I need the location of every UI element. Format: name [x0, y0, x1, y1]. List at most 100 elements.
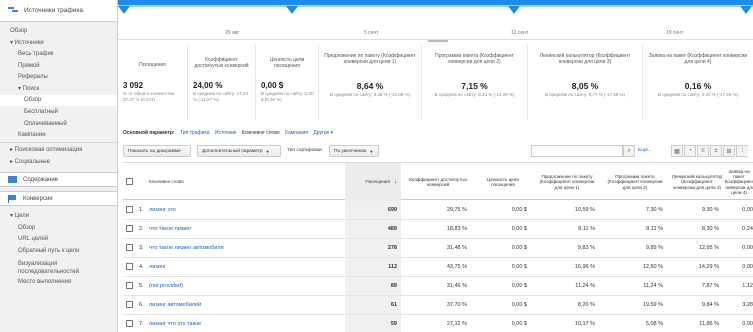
row-checkbox[interactable] [126, 301, 133, 308]
dimension-other[interactable]: Другое ▾ [313, 130, 333, 136]
row-checkbox[interactable] [126, 263, 133, 270]
goal-2-value: 19,59 % [642, 302, 663, 308]
plot-rows-button[interactable]: Показать на диаграмме [123, 145, 191, 157]
advanced-filter-link[interactable]: Ещё... [638, 148, 652, 153]
metric-value: 7,15 % [461, 81, 488, 91]
sidebar-item-overview[interactable]: Обзор [0, 25, 117, 37]
metric-visits[interactable]: Посещения 3 092 % от общего количества: … [118, 45, 188, 120]
sidebar-item-reverse-goal-path[interactable]: Обратный путь к цели [0, 245, 117, 257]
sidebar-item-organic[interactable]: Бесплатный [0, 106, 117, 118]
sidebar-item-all-traffic[interactable]: Весь трафик [0, 48, 117, 60]
goal-4-value: 0,00 [742, 207, 753, 213]
chart-resize-handle[interactable] [428, 40, 448, 42]
sidebar-item-social[interactable]: ▸ Социальные [0, 156, 117, 168]
keyword-link[interactable]: что такое лизинг [149, 226, 191, 232]
table-row[interactable]: 3. что такое лизинг автомобиля 278 31,48… [123, 239, 753, 258]
goal-1-value: 9,83 % [577, 245, 595, 251]
keyword-link[interactable]: лизинг [149, 264, 166, 270]
sort-arrow-icon: ↓ [394, 178, 397, 185]
sidebar-item-funnel-visualization[interactable]: Визуализация [0, 260, 117, 268]
date-label: 5 сент [364, 30, 379, 36]
metric-goal-value[interactable]: Ценность цели посещения 0,00 $ В среднем… [256, 45, 319, 120]
chart-marker [740, 6, 752, 14]
pie-view-icon[interactable]: ◔ [684, 145, 696, 157]
chevron-down-icon: ▼ [369, 148, 374, 154]
sidebar-item-campaigns[interactable]: Кампании [0, 129, 117, 141]
metric-goal-2[interactable]: Программа пакета (Коэффициент конверсии … [422, 45, 528, 120]
column-header-keyword[interactable]: Ключевое слово [149, 163, 319, 201]
row-checkbox[interactable] [126, 244, 133, 251]
table-row[interactable]: 7. лизинг что это такое 59 27,12 % 0,00 … [123, 315, 753, 332]
dimension-keyword[interactable]: Ключевое слово [242, 130, 280, 136]
sidebar-header[interactable]: Источники трафика [0, 0, 117, 22]
table-row[interactable]: 5. (not provided) 89 31,46 % 0,00 $ 11,2… [123, 277, 753, 296]
row-index: 6. [139, 302, 144, 308]
table-row[interactable]: 6. лизинг автомобилей 61 37,70 % 0,00 $ … [123, 296, 753, 315]
row-index: 2. [139, 226, 144, 232]
dimension-traffic-type[interactable]: Тип трафика [180, 130, 210, 136]
bar-view-icon[interactable]: ≡ [697, 145, 709, 157]
column-header-goal-2[interactable]: Программа пакета (Коэффициент конверсии … [603, 163, 667, 201]
secondary-dimension-dropdown[interactable]: Дополнительный параметр ▼ [197, 145, 281, 157]
conversion-rate-value: 31,48 % [446, 245, 467, 251]
sidebar-item-search-overview[interactable]: Обзор [0, 94, 117, 107]
conversion-rate-value: 37,70 % [446, 302, 467, 308]
column-header-goal-1[interactable]: Предложение по пакету (Коэффициент конве… [535, 163, 599, 201]
metric-title: Ценность цели посещения [269, 57, 305, 69]
sidebar-section-content[interactable]: Содержание [0, 172, 117, 188]
primary-dimension-label: Основной параметр: [123, 130, 175, 136]
sidebar-item-goal-urls[interactable]: URL целей [0, 233, 117, 245]
metric-conversion-rate[interactable]: Коэффициент достигнутых конверсий 24,00 … [188, 45, 256, 120]
sidebar-item-funnel-visualization-2[interactable]: последовательностей [0, 268, 117, 277]
row-checkbox[interactable] [126, 206, 133, 213]
row-index: 4. [139, 264, 144, 270]
sidebar-item-direct[interactable]: Прямой [0, 60, 117, 72]
table-view-icon[interactable]: ▦ [671, 145, 683, 157]
keyword-link[interactable]: что такое лизинг автомобиля [149, 245, 224, 251]
secondary-dimension-label: Дополнительный параметр [202, 148, 263, 154]
sidebar-item-goals[interactable]: ▾ Цели [0, 210, 117, 222]
metric-goal-3[interactable]: Ленинский калькулятор (Коэффициент конве… [528, 45, 643, 120]
sidebar-item-goals-overview[interactable]: Обзор [0, 222, 117, 234]
column-header-goal-4[interactable]: Заявка на пакет (Коэффициент конверсии д… [725, 163, 753, 201]
sidebar-item-paid[interactable]: Оплачиваемый [0, 118, 117, 130]
metric-goal-1[interactable]: Предложение по пакету (Коэффициент конве… [319, 45, 422, 120]
keyword-link[interactable]: (not provided) [149, 283, 183, 289]
sidebar-item-seo[interactable]: ▸ Поисковая оптимизация [0, 144, 117, 156]
more-views-icon[interactable]: ⁞ [736, 145, 748, 157]
keyword-link[interactable]: лизинг что это такое [149, 321, 201, 327]
table-row[interactable]: 1. лизинг это 699 29,75 % 0,00 $ 10,59 %… [123, 201, 753, 220]
search-icon[interactable]: ⌕ [623, 145, 635, 157]
date-label: 12 сент [511, 30, 529, 36]
row-checkbox[interactable] [126, 225, 133, 232]
metric-goal-4[interactable]: Заявка на пакет (Коэффициент конверсии д… [643, 45, 753, 120]
sidebar-item-sources[interactable]: ▾ Источники [0, 37, 117, 49]
sidebar-item-search[interactable]: ▾ Поиск [0, 83, 117, 95]
column-header-conversion-rate[interactable]: Коэффициент достигнутых конверсий [405, 163, 471, 201]
pivot-view-icon[interactable]: ⊞ [723, 145, 735, 157]
compare-view-icon[interactable]: ± [710, 145, 722, 157]
column-header-goal-value[interactable]: Ценность цели посещения [475, 163, 531, 201]
row-checkbox[interactable] [126, 282, 133, 289]
sidebar-item-referrals[interactable]: Рефералы [0, 71, 117, 83]
visits-value: 489 [387, 226, 397, 232]
sidebar-header-label: Источники трафика [24, 7, 83, 14]
row-checkbox[interactable] [126, 320, 133, 327]
goal-3-value: 11,86 % [699, 321, 719, 327]
keyword-link[interactable]: лизинг это [149, 207, 176, 213]
sidebar-item-goal-location[interactable]: Место выполнения [0, 277, 117, 289]
column-header-visits[interactable]: Посещения ↓ [345, 163, 401, 201]
keyword-link[interactable]: лизинг автомобилей [149, 302, 201, 308]
select-all-checkbox[interactable] [126, 178, 133, 185]
dimension-source[interactable]: Источник [215, 130, 236, 136]
column-header-goal-3[interactable]: Ленинский калькулятор (Коэффициент конве… [671, 163, 723, 201]
content-icon [8, 176, 17, 184]
dimension-campaign[interactable]: Кампания [285, 130, 308, 136]
table-row[interactable]: 4. лизинг 112 43,75 % 0,00 $ 16,96 % 12,… [123, 258, 753, 277]
goal-2-value: 12,50 % [642, 264, 663, 270]
sort-type-dropdown[interactable]: По умолчанию ▼ [329, 145, 379, 157]
visits-value: 89 [390, 283, 397, 289]
table-row[interactable]: 2. что такое лизинг 489 18,83 % 0,00 $ 8… [123, 220, 753, 239]
sidebar-section-conversions[interactable]: Конверсии [0, 191, 117, 207]
table-search-input[interactable] [531, 145, 623, 157]
